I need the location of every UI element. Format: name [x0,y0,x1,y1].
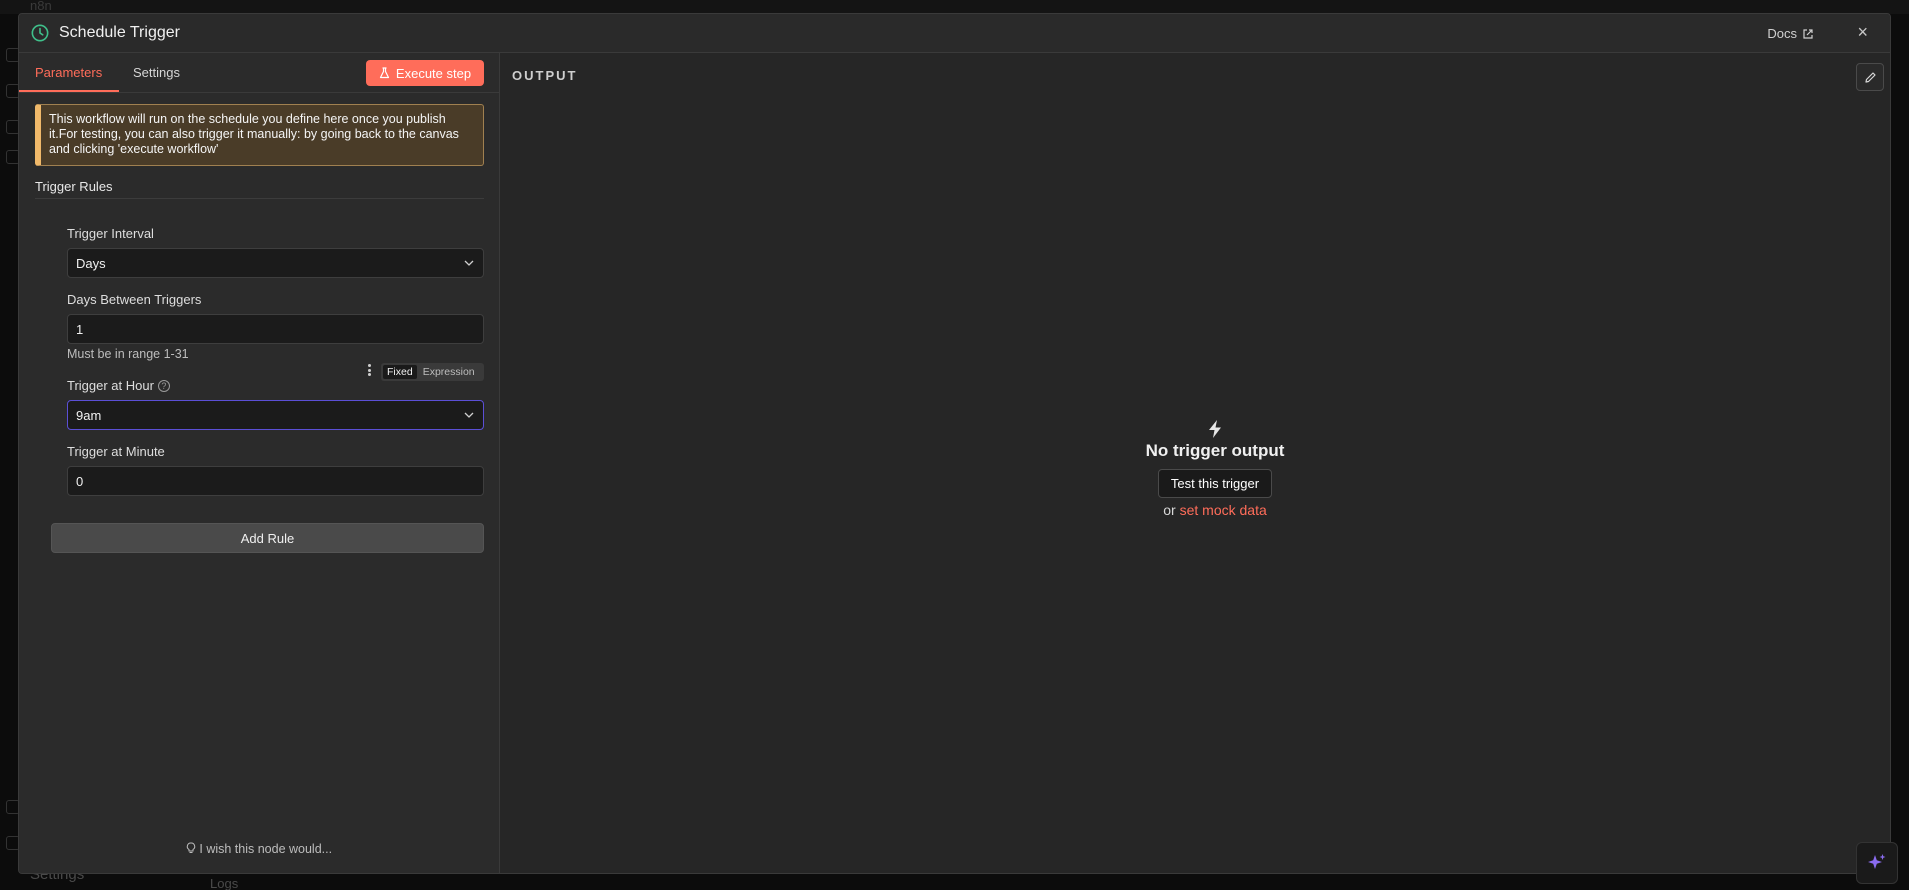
external-link-icon [1803,28,1813,39]
mode-fixed[interactable]: Fixed [383,365,417,379]
days-between-value: 1 [76,322,84,337]
trigger-minute-input[interactable]: 0 [67,466,484,496]
tab-settings[interactable]: Settings [133,65,180,80]
background-topbar [0,0,1909,14]
close-icon[interactable]: × [1857,22,1868,43]
clock-icon [31,24,49,42]
days-between-label: Days Between Triggers [67,292,202,307]
trigger-hour-label: Trigger at Hour [67,378,154,393]
chevron-down-icon [464,412,474,418]
modal-header: Schedule Trigger Docs × [19,14,1890,53]
execute-step-label: Execute step [395,65,472,81]
mode-expression[interactable]: Expression [417,365,481,379]
feedback-label: I wish this node would... [199,842,333,856]
ai-assistant-button[interactable] [1856,842,1898,884]
more-options-icon[interactable] [365,364,373,378]
trigger-interval-select[interactable]: Days [67,248,484,278]
chevron-down-icon [464,260,474,266]
lightning-icon [1209,420,1221,438]
fixed-expression-toggle: Fixed Expression [381,363,484,381]
output-title: OUTPUT [512,68,578,83]
days-between-input[interactable]: 1 [67,314,484,344]
feedback-link[interactable]: I wish this node would... [19,842,499,856]
trigger-interval-value: Days [76,256,106,271]
modal-title: Schedule Trigger [59,24,180,41]
edit-output-button[interactable] [1856,63,1884,91]
panel-tabs: Parameters Settings Execute step [19,53,499,93]
sparkle-icon [1868,854,1886,869]
range-hint: Must be in range 1-31 [67,347,189,361]
schedule-notice: This workflow will run on the schedule y… [35,104,484,166]
node-details-modal: Schedule Trigger Docs × Parameters Setti… [18,13,1891,874]
execute-step-button[interactable]: Execute step [366,60,484,86]
trigger-interval-label: Trigger Interval [67,226,154,241]
help-circle-icon[interactable]: ? [157,380,170,392]
divider [35,198,484,199]
pencil-icon [1864,71,1876,83]
trigger-minute-label: Trigger at Minute [67,444,165,459]
trigger-hour-value: 9am [76,408,102,423]
trigger-rules-title: Trigger Rules [35,179,113,194]
set-mock-data-link[interactable]: set mock data [1180,502,1267,518]
mock-data-line: or set mock data [1085,502,1345,518]
trigger-hour-label-row: Trigger at Hour? [67,378,170,393]
flask-icon [379,67,390,79]
add-rule-button[interactable]: Add Rule [51,523,484,553]
docs-label: Docs [1767,26,1797,41]
app-logo: n8n [30,0,52,13]
trigger-minute-value: 0 [76,474,84,489]
docs-link[interactable]: Docs [1767,26,1814,41]
background-logs: Logs [210,876,239,890]
tab-parameters[interactable]: Parameters [35,65,102,80]
test-trigger-button[interactable]: Test this trigger [1157,469,1273,498]
trigger-hour-select[interactable]: 9am [67,400,484,430]
no-output-title: No trigger output [1145,441,1285,460]
lightbulb-icon [186,842,196,853]
parameters-panel: Parameters Settings Execute step This wo… [19,53,500,873]
empty-output-state: No trigger output Test this trigger or s… [1085,419,1345,518]
or-text: or [1163,502,1176,518]
active-tab-indicator [19,90,119,92]
